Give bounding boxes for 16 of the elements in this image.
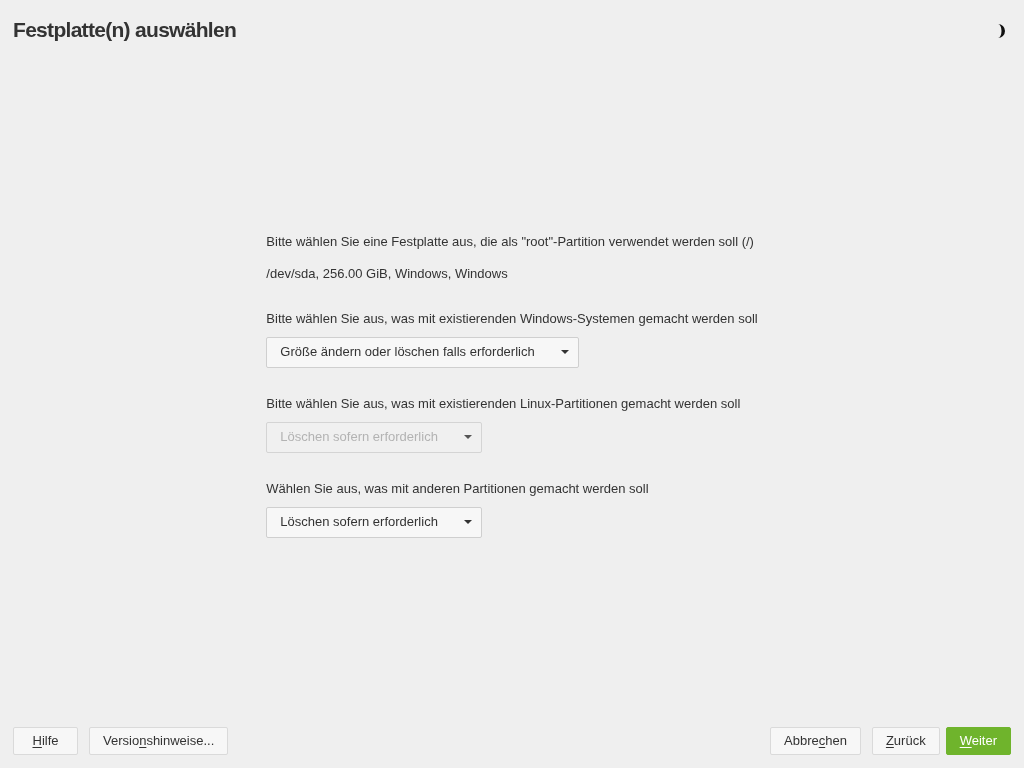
caret-icon (560, 350, 569, 354)
caret-icon (463, 520, 472, 524)
footer-button[interactable]: Hilfe (13, 727, 78, 755)
instruction-text: Bitte wählen Sie eine Festplatte aus, die als "root"-Partition verwendet werden soll (/) (266, 232, 754, 251)
caret-icon (463, 435, 472, 439)
footer-button[interactable]: Versionshinweise... (89, 727, 229, 755)
moon-icon[interactable] (996, 24, 1006, 38)
option-label: Bitte wählen Sie aus, was mit existierenden Linux-Partitionen gemacht werden soll (266, 394, 741, 413)
page-title: Festplatte(n) auswählen (13, 17, 237, 43)
footer-button[interactable]: Zurück (871, 727, 940, 755)
option-label: Bitte wählen Sie aus, was mit existierenden Windows-Systemen gemacht werden soll (266, 309, 758, 328)
dropdown[interactable]: Größe ändern oder löschen falls erforderlich (266, 336, 579, 368)
footer-button[interactable]: Abbrechen (770, 727, 861, 755)
dropdown[interactable]: Löschen sofern erforderlich (266, 506, 482, 538)
option-label: Wählen Sie aus, was mit anderen Partitionen gemacht werden soll (266, 479, 649, 498)
disk-info-text: /dev/sda, 256.00 GiB, Windows, Windows (266, 264, 508, 283)
